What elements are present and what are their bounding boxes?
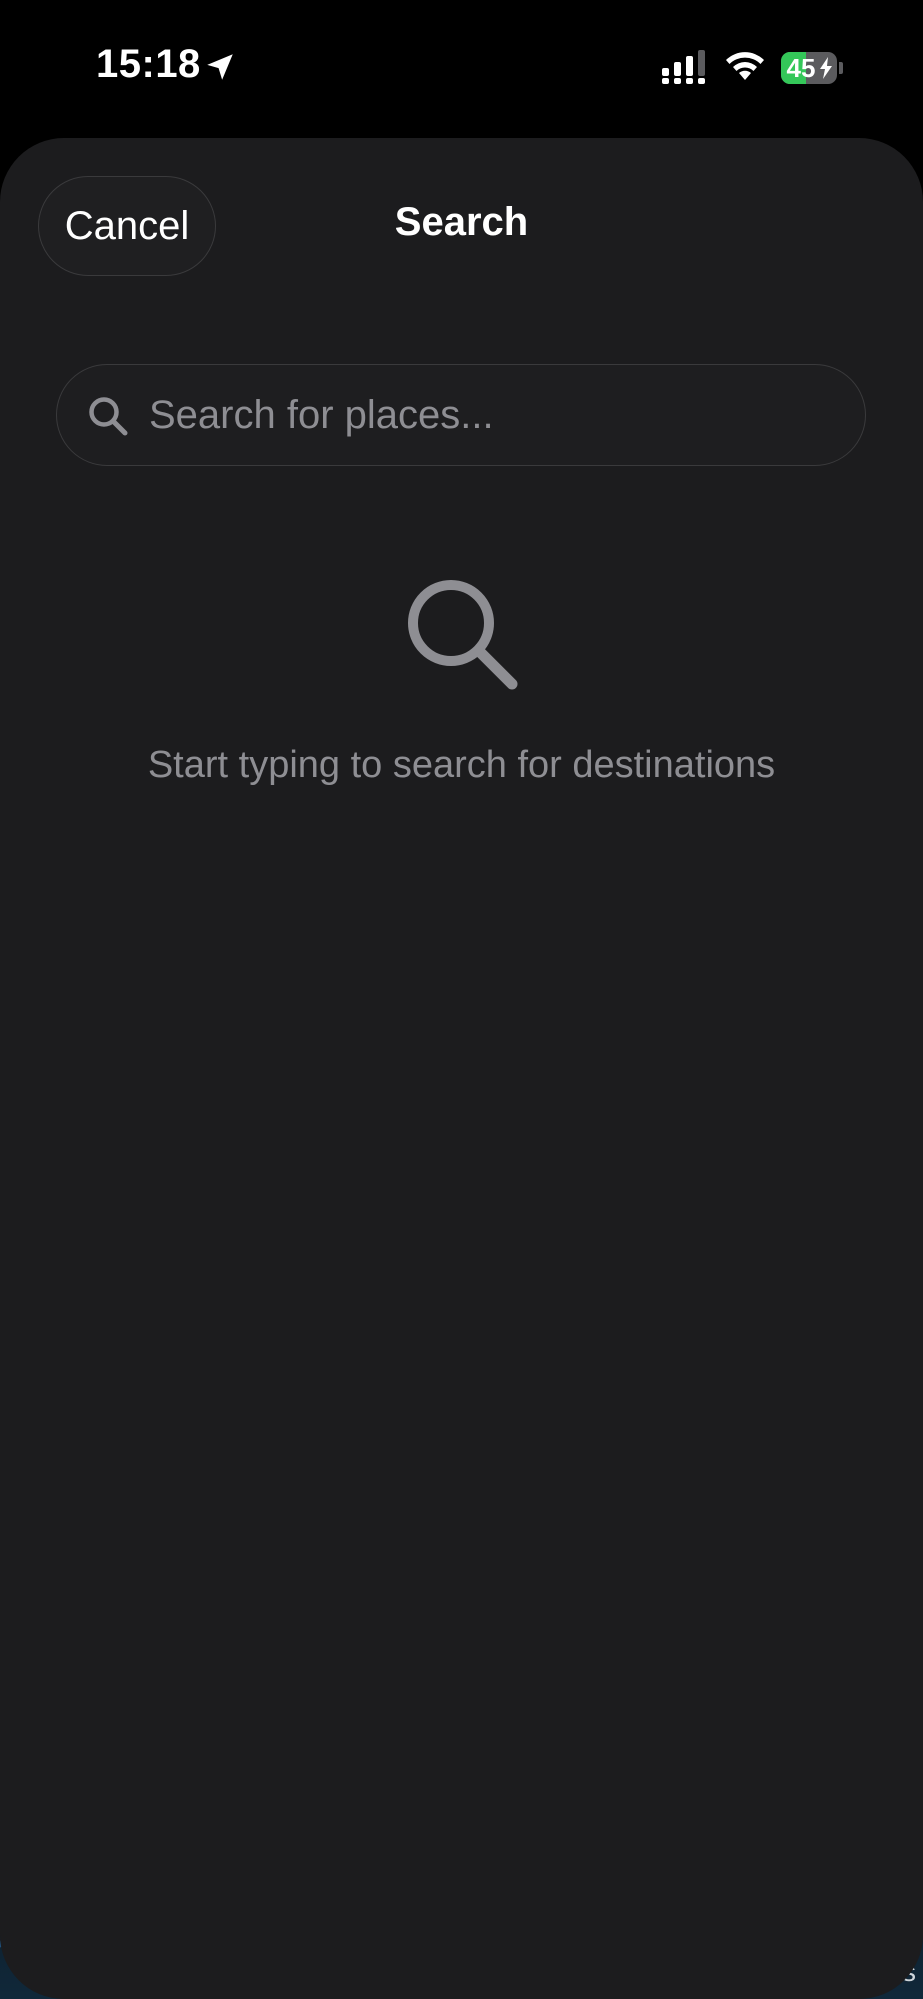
charging-bolt-icon xyxy=(820,57,832,79)
search-input[interactable] xyxy=(149,365,839,465)
search-field[interactable] xyxy=(56,364,866,466)
battery-nub xyxy=(839,62,843,74)
search-sheet: Cancel Search Start typing to search for… xyxy=(0,138,923,1999)
magnifying-glass-icon xyxy=(89,397,128,436)
battery-body: 45 xyxy=(781,52,837,84)
sheet-title: Search xyxy=(394,200,529,244)
battery-level: 45 xyxy=(786,53,816,83)
magnifying-glass-icon xyxy=(408,580,518,690)
empty-state-message: Start typing to search for destinations xyxy=(147,744,776,786)
status-bar: 15:18 45 xyxy=(0,0,923,120)
wifi-icon xyxy=(726,52,764,80)
screen: s- urs 15:18 45 xyxy=(0,0,923,1999)
location-arrow-icon xyxy=(207,54,233,80)
signal-icon xyxy=(662,50,705,84)
battery-icon: 45 xyxy=(781,52,843,84)
status-time: 15:18 xyxy=(96,42,201,86)
